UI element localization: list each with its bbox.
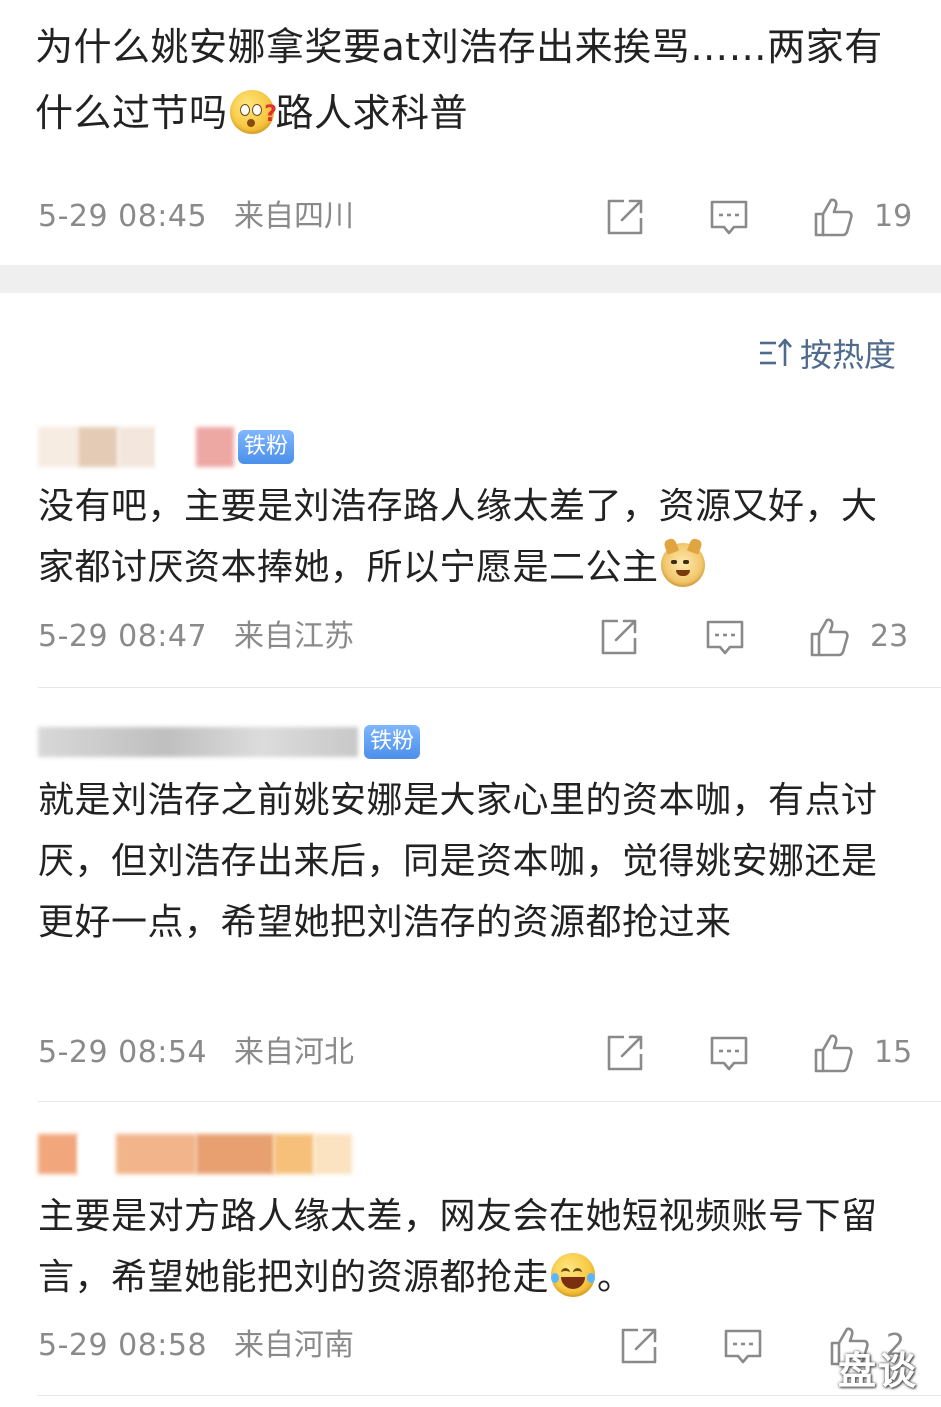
watermark-text: 盘谈 [838, 1349, 919, 1393]
comment-1-text: 没有吧，主要是刘浩存路人缘太差了，资源又好，大家都讨厌资本捧她，所以宁愿是二公主 [38, 476, 908, 598]
sort-label: 按热度 [800, 336, 897, 374]
comment-3-text-main: 主要是对方路人缘太差，网友会在她短视频账号下留言，希望她能把刘的资源都抢走 [38, 1196, 878, 1298]
post-meta-row: 5-29 08:45 来自四川 19 [38, 194, 918, 240]
post-time: 5-29 08:45 [38, 199, 208, 234]
laughing-tears-emoji-icon [551, 1253, 596, 1297]
post-location: 来自四川 [234, 199, 354, 234]
comment-1-text-main: 没有吧，主要是刘浩存路人缘太差了，资源又好，大家都讨厌资本捧她，所以宁愿是二公主 [38, 486, 878, 588]
comment-divider [38, 1101, 941, 1102]
comment-location: 来自河北 [234, 1035, 354, 1070]
comment-2-username[interactable]: 铁粉 [38, 720, 421, 764]
comment-3-meta-row: 5-29 08:58 来自河南 2 [38, 1323, 918, 1369]
like-count: 15 [874, 1035, 913, 1070]
like-icon[interactable] [812, 196, 854, 238]
share-icon[interactable] [618, 1325, 660, 1367]
post-text: 为什么姚安娜拿奖要at刘浩存出来挨骂……两家有什么过节吗? 路人求科普 [35, 14, 915, 146]
comment-icon[interactable] [722, 1325, 764, 1367]
comment-divider [38, 1395, 941, 1396]
blurred-username [38, 1134, 78, 1174]
doge-emoji-icon [660, 537, 705, 587]
share-icon[interactable] [604, 1032, 646, 1074]
sort-icon [760, 338, 792, 366]
fan-badge: 铁粉 [238, 430, 295, 464]
comment-time: 5-29 08:47 [38, 619, 208, 654]
comment-2-text: 就是刘浩存之前姚安娜是大家心里的资本咖，有点讨厌，但刘浩存出来后，同是资本咖，觉… [38, 770, 908, 953]
section-separator [0, 265, 941, 293]
post-card: 为什么姚安娜拿奖要at刘浩存出来挨骂……两家有什么过节吗? 路人求科普 5-29 … [0, 0, 941, 265]
share-icon[interactable] [604, 196, 646, 238]
comment-1-meta-row: 5-29 08:47 来自江苏 23 [38, 614, 918, 660]
comment-3-text-tail: 。 [597, 1257, 634, 1298]
comment-icon[interactable] [708, 196, 750, 238]
wonder-emoji-icon: ? [229, 90, 277, 134]
like-icon[interactable] [808, 616, 850, 658]
comment-2-text-main: 就是刘浩存之前姚安娜是大家心里的资本咖，有点讨厌，但刘浩存出来后，同是资本咖，觉… [38, 780, 878, 943]
comment-3-text: 主要是对方路人缘太差，网友会在她短视频账号下留言，希望她能把刘的资源都抢走。 [38, 1186, 908, 1308]
comment-time: 5-29 08:54 [38, 1035, 208, 1070]
comment-3-username[interactable] [38, 1132, 352, 1176]
share-icon[interactable] [598, 616, 640, 658]
fan-badge: 铁粉 [364, 725, 421, 759]
blurred-username [38, 727, 358, 757]
like-count: 19 [874, 199, 913, 234]
sort-by-hot-button[interactable]: 按热度 [758, 330, 896, 376]
comment-divider [38, 687, 941, 688]
comment-1-username[interactable]: 铁粉 [38, 425, 295, 469]
comment-location: 来自江苏 [234, 619, 354, 654]
comment-2-meta-row: 5-29 08:54 来自河北 15 [38, 1030, 918, 1076]
comment-location: 来自河南 [234, 1328, 354, 1363]
comment-icon[interactable] [704, 616, 746, 658]
like-icon[interactable] [812, 1032, 854, 1074]
blurred-username [38, 427, 78, 467]
like-count: 23 [870, 619, 909, 654]
comment-icon[interactable] [708, 1032, 750, 1074]
post-text-tail: 路人求科普 [275, 91, 469, 135]
comment-time: 5-29 08:58 [38, 1328, 208, 1363]
